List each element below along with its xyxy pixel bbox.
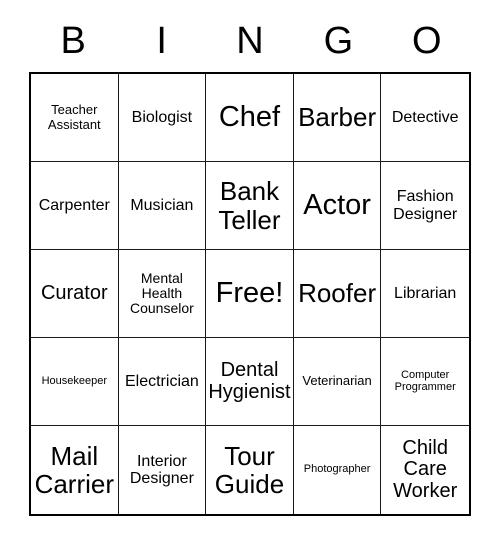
bingo-cell-label: Veterinarian — [302, 373, 372, 389]
bingo-cell-label: Bank Teller — [218, 176, 281, 235]
bingo-cell[interactable]: Mental Health Counselor — [118, 250, 207, 338]
bingo-cell[interactable]: Librarian — [381, 250, 469, 338]
bingo-cell[interactable]: Barber — [293, 74, 382, 162]
bingo-cell[interactable]: Electrician — [118, 338, 207, 426]
bingo-cell-label: Housekeeper — [41, 374, 108, 387]
bingo-cell-label: Fashion Designer — [393, 188, 458, 223]
bingo-cell-label: Barber — [298, 102, 377, 133]
bingo-cell-label: Actor — [303, 188, 371, 221]
bingo-cell-label: Child Care Worker — [393, 436, 458, 502]
bingo-cell-label: Dental Hygienist — [208, 358, 291, 403]
bingo-cell-free[interactable]: Free! — [206, 250, 294, 338]
bingo-cell[interactable]: Actor — [293, 162, 382, 250]
bingo-cell-label: Mental Health Counselor — [129, 269, 194, 317]
bingo-cell[interactable]: Roofer — [293, 250, 382, 338]
bingo-cell[interactable]: Photographer — [293, 426, 382, 514]
bingo-header-row: B I N G O — [29, 16, 471, 66]
bingo-cell[interactable]: Veterinarian — [293, 338, 382, 426]
bingo-header-letter-n: N — [236, 20, 264, 62]
bingo-cell[interactable]: Interior Designer — [118, 426, 207, 514]
bingo-cell-label: Tour Guide — [214, 440, 285, 499]
bingo-cell[interactable]: Bank Teller — [206, 162, 294, 250]
bingo-cell[interactable]: Biologist — [118, 74, 207, 162]
bingo-cell[interactable]: Fashion Designer — [381, 162, 469, 250]
bingo-cell-label: Carpenter — [38, 196, 110, 214]
bingo-cell-label: Photographer — [303, 463, 371, 476]
bingo-header-letter-g: G — [323, 20, 354, 62]
bingo-cell-label: Detective — [391, 108, 459, 126]
bingo-cell[interactable]: Child Care Worker — [381, 426, 469, 514]
bingo-cell-label: Curator — [40, 281, 108, 304]
bingo-cell[interactable]: Chef — [206, 74, 294, 162]
bingo-cell-label: Free! — [215, 276, 284, 309]
bingo-cell-label: Musician — [130, 196, 194, 214]
bingo-cell-label: Mail Carrier — [34, 440, 115, 499]
bingo-cell-label: Roofer — [298, 278, 377, 309]
bingo-cell[interactable]: Tour Guide — [206, 426, 294, 514]
bingo-cell-label: Biologist — [131, 108, 193, 126]
bingo-header-letter-i: I — [156, 20, 167, 62]
bingo-cell-label: Electrician — [124, 372, 199, 390]
bingo-cell[interactable]: Dental Hygienist — [206, 338, 294, 426]
bingo-cell-label: Computer Programmer — [394, 368, 456, 393]
bingo-cell[interactable]: Curator — [31, 250, 119, 338]
bingo-cell[interactable]: Mail Carrier — [31, 426, 119, 514]
bingo-header-letter-b: B — [60, 20, 86, 62]
bingo-cell-label: Teacher Assistant — [47, 102, 101, 132]
bingo-cell[interactable]: Carpenter — [31, 162, 119, 250]
bingo-card: B I N G O Teacher Assistant Biologist Ch… — [0, 0, 500, 544]
bingo-cell-label: Chef — [218, 100, 281, 133]
bingo-cell[interactable]: Teacher Assistant — [31, 74, 119, 162]
bingo-grid: Teacher Assistant Biologist Chef Barber … — [29, 72, 471, 516]
bingo-cell[interactable]: Musician — [118, 162, 207, 250]
bingo-header-letter-o: O — [412, 20, 442, 62]
bingo-cell[interactable]: Housekeeper — [31, 338, 119, 426]
bingo-cell[interactable]: Detective — [381, 74, 469, 162]
bingo-cell[interactable]: Computer Programmer — [381, 338, 469, 426]
bingo-cell-label: Interior Designer — [129, 452, 194, 487]
bingo-cell-label: Librarian — [394, 284, 457, 302]
